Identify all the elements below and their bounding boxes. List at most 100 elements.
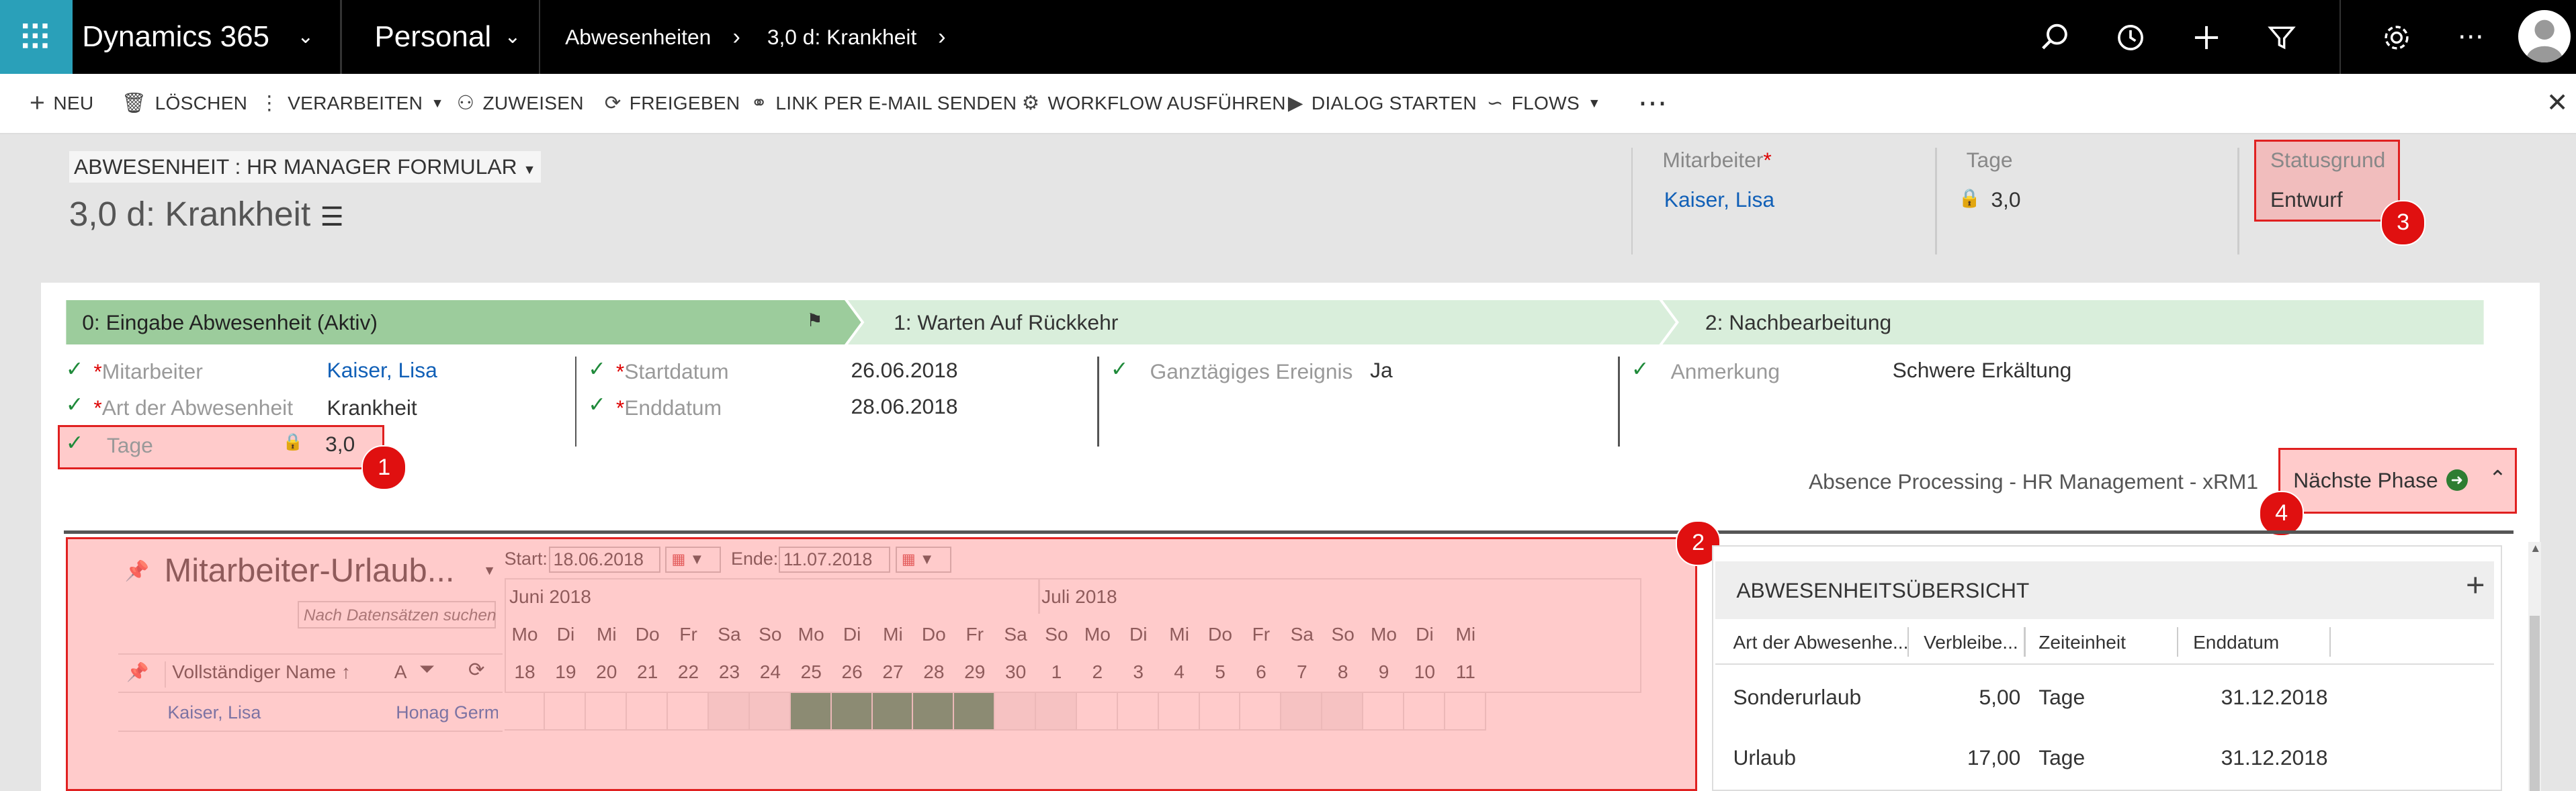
bpf-start-value[interactable]: 26.06.2018 <box>851 358 958 383</box>
required-marker: * <box>93 396 102 420</box>
nav-divider <box>538 0 541 75</box>
summary-row-2-type: Urlaub <box>1733 745 1797 770</box>
checkmark-icon: ✓ <box>1110 356 1129 381</box>
plus-icon[interactable] <box>2192 23 2221 52</box>
scrollbar-thumb[interactable] <box>2530 615 2540 791</box>
header-divider <box>1631 148 1633 254</box>
bpf-employee-label: *Mitarbeiter <box>93 359 202 384</box>
summary-row-1-enddate: 31.12.2018 <box>2221 684 2328 709</box>
nav-divider <box>340 0 342 75</box>
search-icon[interactable] <box>2041 23 2070 52</box>
start-dialog-button[interactable]: ▶ DIALOG STARTEN <box>1288 74 1477 133</box>
summary-row-2-remaining: 17,00 <box>1967 745 2021 770</box>
process-label: VERARBEITEN <box>288 93 423 114</box>
callout-badge-3: 3 <box>2380 200 2426 246</box>
bpf-employee-link[interactable]: Kaiser, Lisa <box>327 358 437 383</box>
header-divider <box>2237 148 2239 254</box>
more-commands-icon[interactable]: ⋯ <box>1638 74 1668 133</box>
assign-button[interactable]: ⚇ ZUWEISEN <box>457 74 584 133</box>
app-title[interactable]: Dynamics 365 <box>82 0 269 74</box>
summary-row-2-unit: Tage <box>2038 745 2086 770</box>
bpf-note-value[interactable]: Schwere Erkältung <box>1893 358 2072 383</box>
email-link-label: LINK PER E-MAIL SENDEN <box>775 93 1017 114</box>
field-column-divider <box>1618 356 1620 447</box>
bpf-type-value[interactable]: Krankheit <box>327 396 417 420</box>
workflow-icon: ⚙ <box>1021 92 1040 115</box>
delete-label: LÖSCHEN <box>155 93 248 114</box>
caret-down-icon: ▼ <box>523 162 536 177</box>
highlight-planner <box>65 537 1697 791</box>
field-column-divider <box>1097 356 1099 447</box>
next-phase-label: Nächste Phase <box>2293 467 2438 492</box>
chevron-down-icon[interactable]: ⌄ <box>505 0 521 74</box>
record-title: 3,0 d: Krankheit ☰ <box>69 194 344 234</box>
checkmark-icon: ✓ <box>1631 356 1649 381</box>
filter-icon[interactable] <box>2267 23 2296 52</box>
new-button[interactable]: + NEU <box>30 74 93 133</box>
callout-badge-1: 1 <box>361 445 407 491</box>
checkmark-icon: ✓ <box>588 356 606 381</box>
form-selector[interactable]: ABWESENHEIT : HR MANAGER FORMULAR ▼ <box>69 150 542 183</box>
summary-row-1-unit: Tage <box>2038 684 2086 709</box>
avatar[interactable] <box>2518 9 2571 62</box>
breadcrumb-record[interactable]: 3,0 d: Krankheit <box>767 0 917 74</box>
summary-col-remaining[interactable]: Verbleibe... <box>1924 632 2018 653</box>
list-icon[interactable]: ☰ <box>320 203 343 232</box>
assign-label: ZUWEISEN <box>482 93 584 114</box>
checkmark-icon: ✓ <box>588 392 606 417</box>
bpf-stage-0[interactable]: 0: Eingabe Abwesenheit (Aktiv) <box>82 302 378 343</box>
required-marker: * <box>615 359 625 384</box>
plus-icon: + <box>30 89 46 118</box>
chevron-right-icon[interactable]: › <box>938 0 945 74</box>
dialog-icon: ▶ <box>1287 92 1303 115</box>
more-ellipsis-icon[interactable]: ⋯ <box>2458 0 2484 74</box>
summary-col-type[interactable]: Art der Abwesenhe... <box>1733 632 1908 653</box>
summary-row-1-type: Sonderurlaub <box>1733 684 1862 709</box>
delete-button[interactable]: 🗑 LÖSCHEN <box>122 74 247 133</box>
settings-gear-icon[interactable] <box>2382 23 2411 52</box>
header-employee-link[interactable]: Kaiser, Lisa <box>1664 187 1774 212</box>
chevron-down-icon[interactable]: ⌄ <box>298 0 314 74</box>
add-icon[interactable]: + <box>2466 567 2485 604</box>
header-status-value: Entwurf <box>2270 187 2343 212</box>
header-days-label: Tage <box>1966 148 2013 173</box>
bpf-end-value[interactable]: 28.06.2018 <box>851 394 958 419</box>
form-selector-label: ABWESENHEIT : HR MANAGER FORMULAR <box>74 154 517 179</box>
breadcrumb-absences[interactable]: Abwesenheiten <box>565 0 711 74</box>
collapse-chevron-icon[interactable]: ⌃ <box>2489 466 2507 491</box>
email-link-button[interactable]: ⚭ LINK PER E-MAIL SENDEN <box>750 74 1017 133</box>
summary-title: ABWESENHEITSÜBERSICHT <box>1736 577 2030 602</box>
lock-icon: 🔒 <box>282 433 303 452</box>
section-divider <box>64 530 2514 534</box>
caret-down-icon: ▼ <box>1588 96 1601 111</box>
flows-button[interactable]: ∽ FLOWS ▼ <box>1487 74 1601 133</box>
app-launcher-waffle[interactable] <box>0 0 73 75</box>
share-label: FREIGEBEN <box>629 93 740 114</box>
caret-down-icon: ▼ <box>431 96 444 111</box>
header-divider <box>1935 148 1937 254</box>
process-button[interactable]: ⋮ VERARBEITEN ▼ <box>259 74 444 133</box>
bpf-allday-value[interactable]: Ja <box>1370 358 1393 383</box>
bpf-end-label-text: Enddatum <box>624 396 722 420</box>
run-workflow-button[interactable]: ⚙ WORKFLOW AUSFÜHREN <box>1022 74 1286 133</box>
summary-row-1-remaining: 5,00 <box>1979 684 2021 709</box>
flag-icon: ⚑ <box>806 310 823 331</box>
close-icon[interactable]: ✕ <box>2546 74 2569 133</box>
dialog-label: DIALOG STARTEN <box>1311 93 1477 114</box>
summary-col-enddate[interactable]: Enddatum <box>2193 632 2279 653</box>
bpf-stage-1[interactable]: 1: Warten Auf Rückkehr <box>894 302 1118 343</box>
command-bar: + NEU 🗑 LÖSCHEN ⋮ VERARBEITEN ▼ ⚇ ZUWEISEN ⟳ F… <box>0 74 2576 135</box>
checkmark-icon: ✓ <box>65 356 84 381</box>
scroll-up-icon[interactable]: ▲ <box>2530 542 2541 555</box>
next-phase-button[interactable]: Nächste Phase ➜ <box>2293 467 2468 493</box>
summary-row-2-enddate: 31.12.2018 <box>2221 745 2328 770</box>
summary-col-unit[interactable]: Zeiteinheit <box>2038 632 2126 653</box>
bpf-days-label: Tage <box>106 433 153 458</box>
bpf-stage-2[interactable]: 2: Nachbearbeitung <box>1705 302 1891 343</box>
trash-icon: 🗑 <box>121 92 147 115</box>
link-icon: ⚭ <box>750 92 768 115</box>
share-button[interactable]: ⟳ FREIGEBEN <box>605 74 740 133</box>
history-icon[interactable] <box>2116 23 2145 52</box>
area-switcher[interactable]: Personal <box>374 0 491 74</box>
header-employee-label: Mitarbeiter* <box>1662 148 1771 173</box>
